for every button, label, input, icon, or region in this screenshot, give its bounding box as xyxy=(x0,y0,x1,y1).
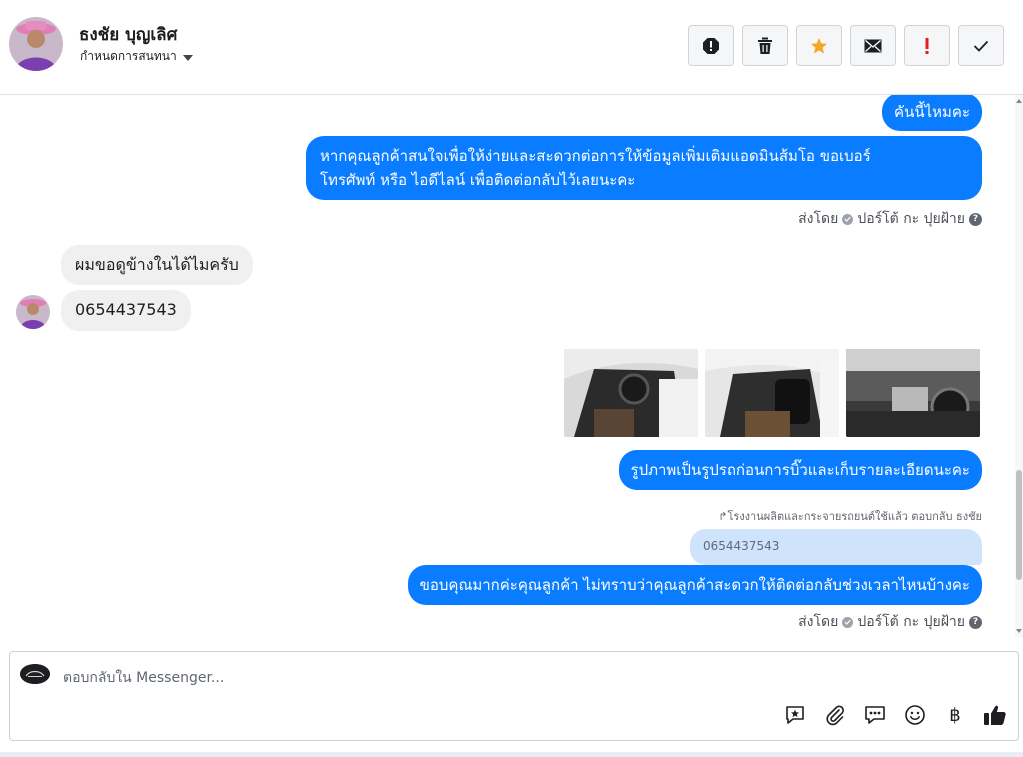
mail-icon xyxy=(864,39,882,52)
saved-reply-button[interactable] xyxy=(782,702,808,728)
help-icon[interactable]: ? xyxy=(969,615,982,629)
incoming-message[interactable]: ผมขอดูข้างในได้ไมครับ xyxy=(61,245,253,285)
verified-check-icon xyxy=(842,213,854,225)
mark-done-button[interactable] xyxy=(958,25,1004,66)
message-thread: คันนี้ไหมคะ หากคุณลูกค้าสนใจเพื่อให้ง่าย… xyxy=(0,95,1023,637)
car-photo-1[interactable] xyxy=(564,349,698,437)
star-button[interactable] xyxy=(796,25,842,66)
message-text: 0654437543 xyxy=(75,300,177,319)
composer-tools: ฿ xyxy=(782,702,1008,728)
sender-name: ปอร์โต้ กะ ปุยฝ้าย xyxy=(857,211,965,227)
page-logo xyxy=(20,664,50,684)
conversation-header: ธงชัย บุญเลิศ กำหนดการสนทนา xyxy=(0,0,1023,95)
mark-spam-button[interactable] xyxy=(688,25,734,66)
outgoing-message[interactable]: หากคุณลูกค้าสนใจเพื่อให้ง่ายและสะดวกต่อก… xyxy=(306,136,982,200)
message-text: ขอบคุณมากค่ะคุณลูกค้า ไม่ทราบว่าคุณลูกค้… xyxy=(419,576,970,594)
important-icon xyxy=(925,37,929,54)
header-actions xyxy=(688,25,1004,66)
saved-reply-icon xyxy=(786,706,804,724)
sender-name: ปอร์โต้ กะ ปุยฝ้าย xyxy=(857,614,965,630)
caret-down-icon xyxy=(182,54,193,61)
contact-name: ธงชัย บุญเลิศ xyxy=(79,25,178,45)
scroll-up-arrow-icon[interactable] xyxy=(1016,99,1022,103)
outgoing-message[interactable]: คันนี้ไหมคะ xyxy=(882,95,982,131)
scroll-thumb[interactable] xyxy=(1016,470,1022,580)
emoji-icon xyxy=(905,705,925,725)
attachment-icon xyxy=(826,705,844,726)
message-text: คันนี้ไหมคะ xyxy=(894,103,970,121)
contact-avatar[interactable] xyxy=(9,17,63,71)
spam-icon xyxy=(703,37,719,54)
thread-scrollbar[interactable] xyxy=(1015,95,1023,637)
chat-bubbles-icon xyxy=(865,706,885,724)
assign-conversation-dropdown[interactable]: กำหนดการสนทนา xyxy=(80,47,193,66)
emoji-button[interactable] xyxy=(902,702,928,728)
help-icon[interactable]: ? xyxy=(969,212,982,226)
assign-label: กำหนดการสนทนา xyxy=(80,49,177,63)
scroll-down-arrow-icon[interactable] xyxy=(1016,629,1022,633)
trash-icon xyxy=(758,37,772,54)
reply-context-note: ↱โรงงานผลิตและกระจายรถยนต์ใช้แล้ว ตอบกลั… xyxy=(718,510,982,523)
sent-by-text: ส่งโดย xyxy=(798,211,839,227)
like-button[interactable] xyxy=(982,702,1008,728)
message-text: รูปภาพเป็นรูปรถก่อนการบิ๊วและเก็บรายละเอ… xyxy=(630,461,970,479)
outgoing-message[interactable]: ขอบคุณมากค่ะคุณลูกค้า ไม่ทราบว่าคุณลูกค้… xyxy=(407,565,982,605)
like-icon xyxy=(984,705,1006,725)
mark-important-button[interactable] xyxy=(904,25,950,66)
contact-avatar-small[interactable] xyxy=(16,295,50,329)
currency-icon: ฿ xyxy=(949,704,961,726)
star-icon xyxy=(811,37,827,53)
incoming-message[interactable]: 0654437543 xyxy=(61,290,191,331)
car-photo-2[interactable] xyxy=(705,349,839,437)
sent-by-text: ส่งโดย xyxy=(798,614,839,630)
verified-check-icon xyxy=(842,616,854,628)
sent-by-label: ส่งโดย ปอร์โต้ กะ ปุยฝ้าย ? xyxy=(798,611,982,633)
mark-unread-button[interactable] xyxy=(850,25,896,66)
bottom-strip xyxy=(0,752,1023,757)
delete-button[interactable] xyxy=(742,25,788,66)
message-text: ผมขอดูข้างในได้ไมครับ xyxy=(75,255,239,274)
outgoing-message[interactable]: รูปภาพเป็นรูปรถก่อนการบิ๊วและเก็บรายละเอ… xyxy=(618,450,982,490)
message-text: โทรศัพท์ หรือ ไอดีไลน์ เพื่อติดต่อกลับไว… xyxy=(320,171,636,189)
attach-button[interactable] xyxy=(822,702,848,728)
payment-button[interactable]: ฿ xyxy=(942,702,968,728)
reply-input[interactable] xyxy=(63,666,763,690)
car-photo-3[interactable] xyxy=(846,349,980,437)
quoted-message[interactable]: 0654437543 xyxy=(690,529,982,565)
message-text: หากคุณลูกค้าสนใจเพื่อให้ง่ายและสะดวกต่อก… xyxy=(320,147,871,165)
reply-composer: ฿ xyxy=(9,651,1019,741)
done-check-icon xyxy=(973,40,989,52)
quick-replies-button[interactable] xyxy=(862,702,888,728)
sent-by-label: ส่งโดย ปอร์โต้ กะ ปุยฝ้าย ? xyxy=(798,208,982,230)
